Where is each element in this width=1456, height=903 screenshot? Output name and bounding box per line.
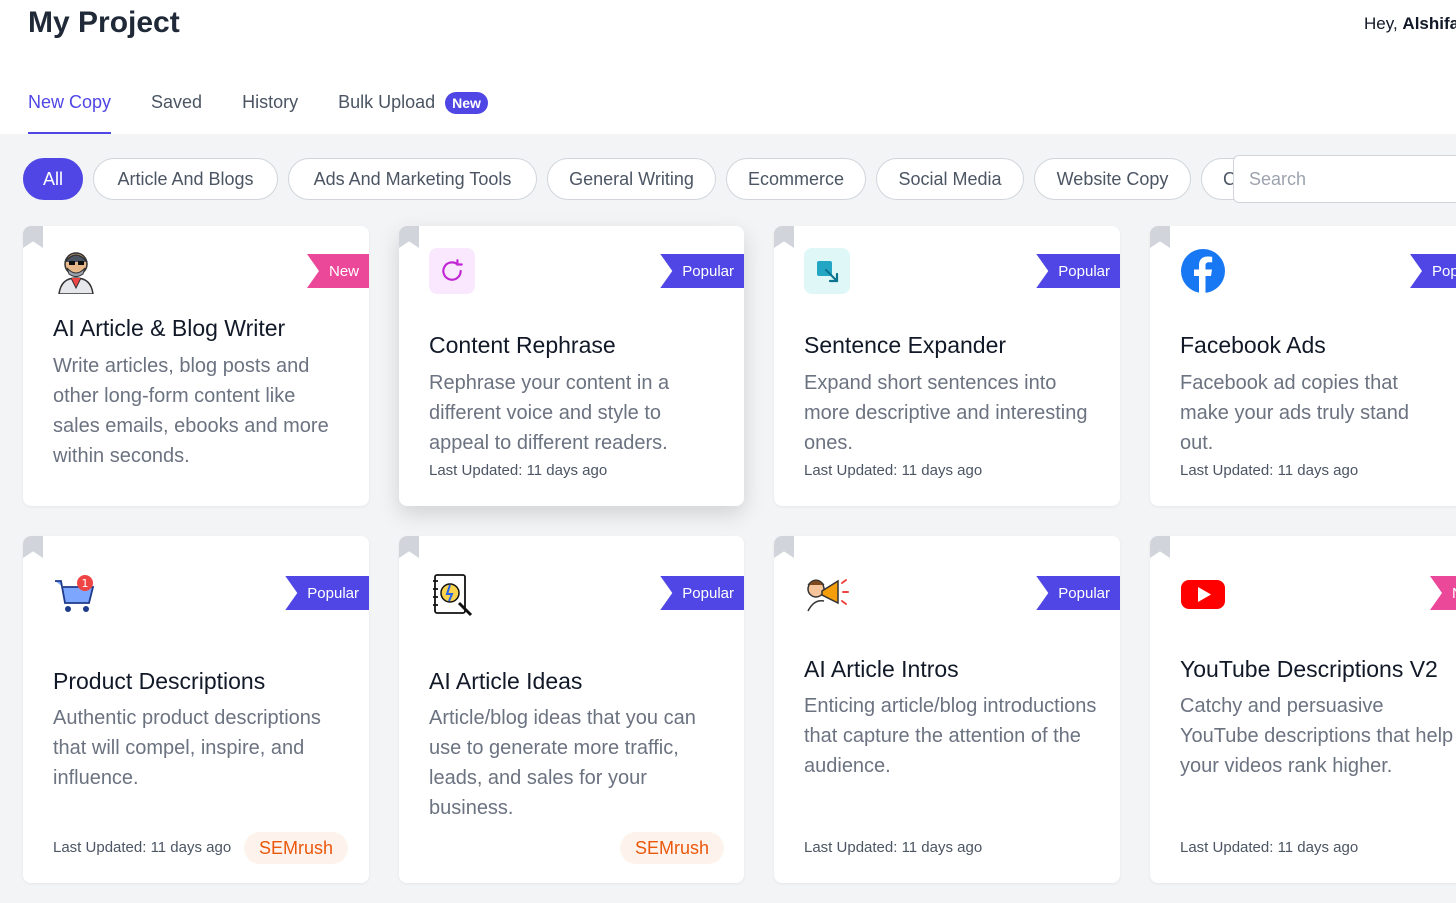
robot-writer-icon [53, 248, 99, 294]
card-title: AI Article Intros [804, 656, 959, 682]
filter-ecommerce[interactable]: Ecommerce [726, 158, 866, 200]
tool-card-youtube-descriptions[interactable]: New YouTube Descriptions V2 Catchy and p… [1150, 536, 1456, 883]
filter-social-media[interactable]: Social Media [876, 158, 1024, 200]
popular-badge: Popular [660, 254, 744, 288]
search-box [1233, 155, 1456, 203]
bookmark-icon[interactable] [1150, 536, 1170, 558]
card-description: Catchy and persuasive YouTube descriptio… [1180, 695, 1454, 777]
new-badge: New [306, 254, 369, 288]
card-description: Write articles, blog posts and other lon… [53, 355, 329, 467]
facebook-icon [1180, 248, 1226, 294]
filter-general-writing[interactable]: General Writing [547, 158, 716, 200]
card-description: Authentic product descriptions that will… [53, 707, 321, 789]
filter-website-copy[interactable]: Website Copy [1034, 158, 1191, 200]
page-title: My Project [28, 6, 180, 39]
tool-card-content-rephrase[interactable]: Popular Content Rephrase Rephrase your c… [399, 226, 744, 506]
new-badge: New [445, 92, 488, 114]
card-title: YouTube Descriptions V2 [1180, 656, 1438, 682]
tab-bar: New Copy Saved History Bulk Upload New [28, 92, 528, 134]
semrush-tag: SEMrush [620, 832, 725, 864]
user-name: Alshifa [1402, 14, 1456, 33]
tab-new-copy[interactable]: New Copy [28, 92, 112, 134]
tab-label: Bulk Upload [338, 92, 436, 112]
megaphone-icon [804, 571, 850, 617]
bookmark-icon[interactable] [399, 536, 419, 558]
filter-article-and-blogs[interactable]: Article And Blogs [93, 158, 278, 200]
popular-badge: Popular [660, 576, 744, 610]
card-description: Enticing article/blog introductions that… [804, 695, 1097, 777]
bookmark-icon[interactable] [23, 226, 43, 248]
tab-label: History [242, 92, 299, 112]
new-badge: New [1430, 576, 1456, 610]
card-title: Facebook Ads [1180, 332, 1326, 358]
tool-card-ai-article-ideas[interactable]: Popular AI Article Ideas Article/blog id… [399, 536, 744, 883]
tool-card-ai-article-intros[interactable]: Popular AI Article Intros Enticing artic… [774, 536, 1120, 883]
card-title: Sentence Expander [804, 332, 1007, 358]
last-updated: Last Updated: 11 days ago [1180, 462, 1359, 479]
idea-notebook-icon [429, 571, 475, 617]
tab-label: New Copy [28, 92, 112, 112]
svg-text:1: 1 [82, 577, 89, 590]
card-title: Product Descriptions [53, 668, 266, 694]
refresh-icon [429, 248, 475, 294]
youtube-icon [1180, 571, 1226, 617]
header: My Project Hey, Alshifa New Copy Saved H… [0, 0, 1456, 134]
popular-badge: Popular [1410, 254, 1456, 288]
card-description: Facebook ad copies that make your ads tr… [1180, 372, 1409, 454]
shopping-cart-icon: 1 [53, 571, 99, 617]
bookmark-icon[interactable] [399, 226, 419, 248]
last-updated: Last Updated: 11 days ago [53, 839, 232, 856]
card-description: Article/blog ideas that you can use to g… [429, 707, 696, 819]
bookmark-icon[interactable] [23, 536, 43, 558]
expand-arrow-icon [804, 248, 850, 294]
popular-badge: Popular [285, 576, 369, 610]
last-updated: Last Updated: 11 days ago [1180, 839, 1359, 856]
last-updated: Last Updated: 11 days ago [804, 462, 983, 479]
popular-badge: Popular [1036, 576, 1120, 610]
tab-history[interactable]: History [242, 92, 298, 134]
card-title: AI Article Ideas [429, 668, 583, 694]
user-greeting[interactable]: Hey, Alshifa [1364, 14, 1456, 34]
last-updated: Last Updated: 11 days ago [429, 462, 608, 479]
tab-bulk-upload[interactable]: Bulk Upload New [338, 92, 488, 134]
tool-card-facebook-ads[interactable]: Popular Facebook Ads Facebook ad copies … [1150, 226, 1456, 506]
last-updated: Last Updated: 11 days ago [804, 839, 983, 856]
card-description: Rephrase your content in a different voi… [429, 372, 670, 454]
card-title: Content Rephrase [429, 332, 616, 358]
card-description: Expand short sentences into more descrip… [804, 372, 1088, 454]
search-input[interactable] [1234, 168, 1456, 190]
greeting-text: Hey, [1364, 14, 1403, 33]
tool-card-product-descriptions[interactable]: Popular 1 Product Descriptions Authentic… [23, 536, 369, 883]
popular-badge: Popular [1036, 254, 1120, 288]
tab-saved[interactable]: Saved [151, 92, 202, 134]
semrush-tag: SEMrush [244, 832, 349, 864]
tool-card-ai-article-blog-writer[interactable]: New AI Article & Blog Writer Write artic… [23, 226, 369, 506]
bookmark-icon[interactable] [774, 536, 794, 558]
filter-ads-and-marketing[interactable]: Ads And Marketing Tools [288, 158, 537, 200]
filter-all[interactable]: All [23, 158, 83, 200]
bookmark-icon[interactable] [774, 226, 794, 248]
tool-card-sentence-expander[interactable]: Popular Sentence Expander Expand short s… [774, 226, 1120, 506]
tab-label: Saved [151, 92, 203, 112]
card-title: AI Article & Blog Writer [53, 315, 286, 341]
bookmark-icon[interactable] [1150, 226, 1170, 248]
